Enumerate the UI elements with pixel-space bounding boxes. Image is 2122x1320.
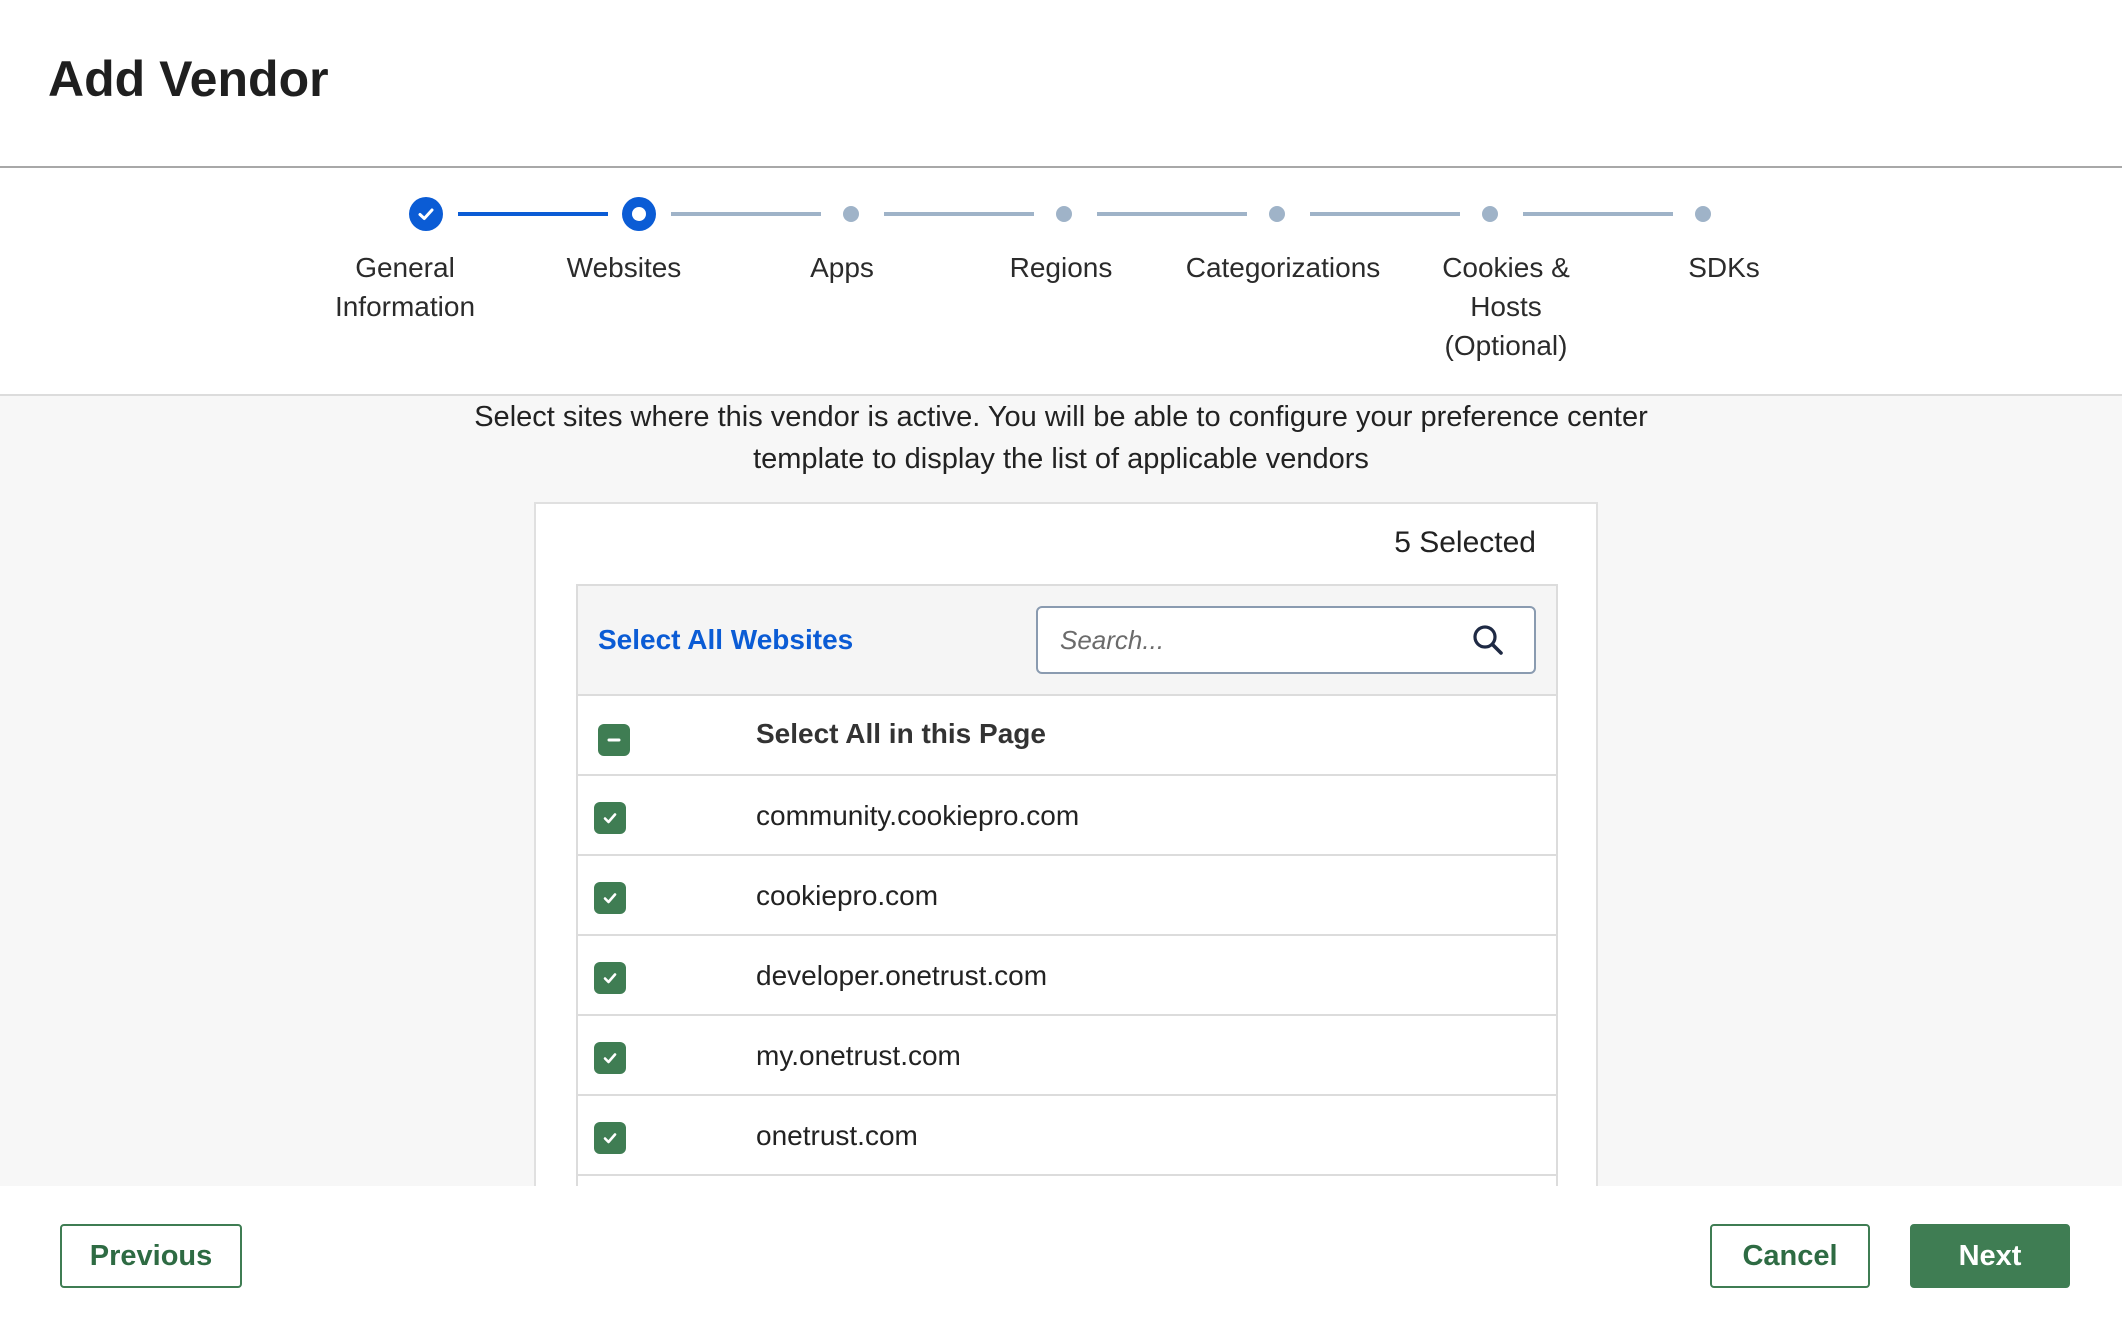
row-checkbox[interactable] <box>594 962 626 994</box>
step-connector <box>458 212 608 216</box>
table-row: onetrust.com <box>578 1096 1556 1176</box>
step-connector <box>1310 212 1460 216</box>
websites-table: Select All Websites Select All in this P… <box>576 584 1558 1186</box>
step-pending-dot <box>1269 206 1285 222</box>
select-all-page-checkbox[interactable] <box>598 724 630 756</box>
row-checkbox[interactable] <box>594 802 626 834</box>
select-all-page-label: Select All in this Page <box>756 718 1046 749</box>
row-checkbox[interactable] <box>594 1122 626 1154</box>
progress-stepper: General Information Websites Apps Region… <box>0 170 2122 396</box>
select-all-websites-link[interactable]: Select All Websites <box>598 624 853 656</box>
step-label-categorizations: Categorizations <box>1185 252 1381 283</box>
website-name: my.onetrust.com <box>756 1040 961 1071</box>
selected-count: 5 Selected <box>1394 526 1536 559</box>
next-button[interactable]: Next <box>1910 1224 2070 1288</box>
step-pending-dot <box>1056 206 1072 222</box>
wizard-footer: Previous Cancel Next <box>0 1186 2122 1320</box>
step-pending-dot <box>1482 206 1498 222</box>
row-checkbox[interactable] <box>594 1042 626 1074</box>
step-label-websites[interactable]: Websites <box>504 248 744 287</box>
websites-card: 5 Selected Select All Websites Search...… <box>534 502 1598 1186</box>
step-complete-check-icon[interactable] <box>409 197 443 231</box>
step-label-apps: Apps <box>810 252 874 283</box>
search-icon[interactable] <box>1472 624 1504 656</box>
page-header: Add Vendor <box>0 0 2122 168</box>
step-label-cookies-hosts: Cookies & Hosts (Optional) <box>1442 252 1570 361</box>
step-label-general-information[interactable]: General Information <box>285 248 525 326</box>
website-name: cookiepro.com <box>756 880 939 911</box>
table-row: developer.onetrust.com <box>578 936 1556 1016</box>
step-connector <box>671 212 821 216</box>
step-label-regions: Regions <box>1009 252 1113 283</box>
cancel-button[interactable]: Cancel <box>1710 1224 1870 1288</box>
website-name: developer.onetrust.com <box>756 960 1048 991</box>
step-pending-dot <box>843 206 859 222</box>
select-all-page-row: Select All in this Page <box>578 696 1556 776</box>
add-vendor-page: Add Vendor General Information Websites … <box>0 0 2122 1320</box>
search-box[interactable] <box>1036 606 1536 674</box>
table-row: cookiepro.com <box>578 856 1556 936</box>
website-name: community.cookiepro.com <box>756 800 1080 831</box>
websites-content: Select sites where this vendor is active… <box>0 396 2122 1186</box>
websites-description: Select sites where this vendor is active… <box>474 401 1648 475</box>
table-row: community.cookiepro.com <box>578 776 1556 856</box>
previous-button[interactable]: Previous <box>60 1224 242 1288</box>
step-label-sdks: SDKs <box>1688 252 1760 283</box>
row-checkbox[interactable] <box>594 882 626 914</box>
step-connector <box>884 212 1034 216</box>
step-connector <box>1523 212 1673 216</box>
search-input[interactable] <box>1038 608 1458 672</box>
table-toolbar: Select All Websites <box>578 586 1556 696</box>
step-connector <box>1097 212 1247 216</box>
step-pending-dot <box>1695 206 1711 222</box>
website-name: onetrust.com <box>756 1120 918 1151</box>
step-current-indicator[interactable] <box>622 197 656 231</box>
page-title: Add Vendor <box>48 51 329 107</box>
table-row: my.onetrust.com <box>578 1016 1556 1096</box>
